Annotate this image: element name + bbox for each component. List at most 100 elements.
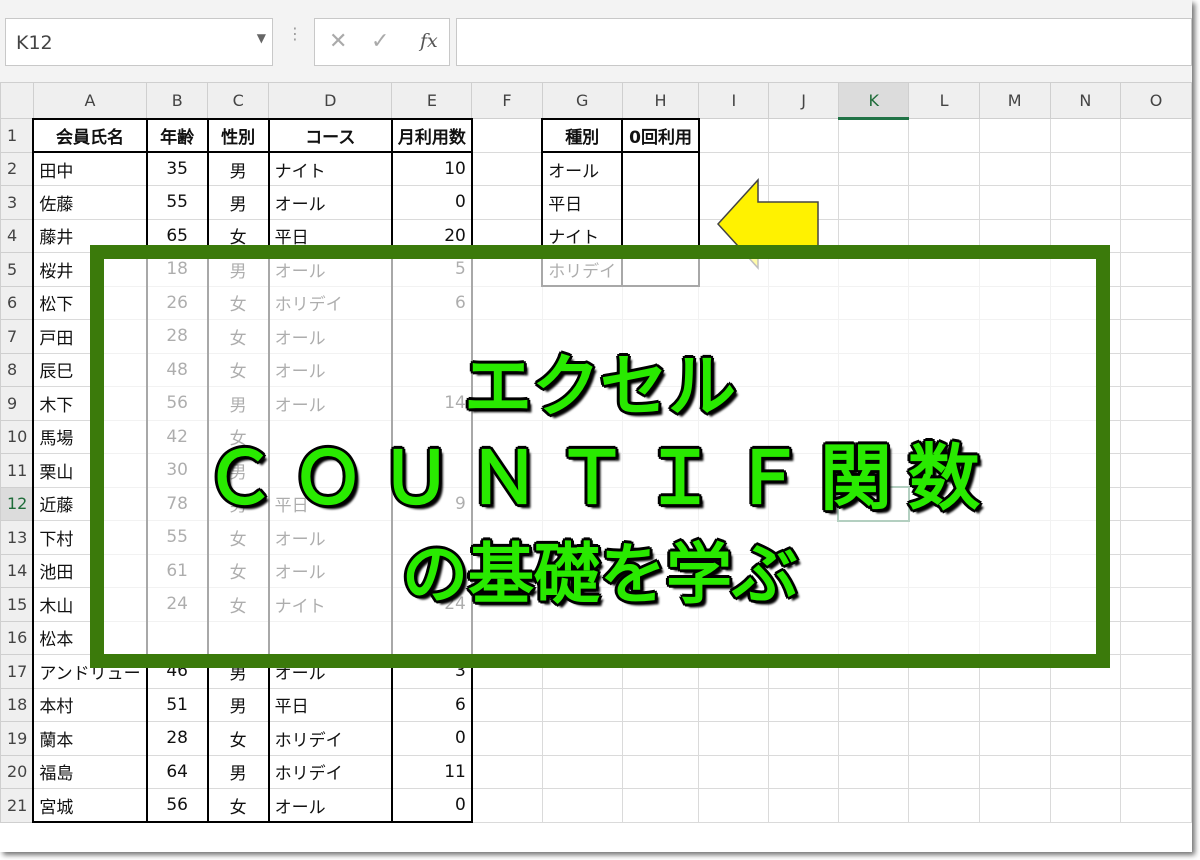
cell[interactable]	[541, 687, 623, 722]
cell-monthly-uses[interactable]: 6	[390, 687, 473, 722]
cell[interactable]	[471, 118, 543, 153]
cell[interactable]	[837, 687, 910, 722]
cell[interactable]	[978, 788, 1051, 823]
cell[interactable]	[698, 118, 770, 153]
col-header-k[interactable]: K	[837, 82, 910, 120]
row-header[interactable]: 4	[0, 218, 34, 253]
cell[interactable]	[1049, 754, 1122, 789]
cell[interactable]	[768, 118, 839, 153]
row-header[interactable]: 16	[0, 620, 34, 655]
row-header[interactable]: 20	[0, 754, 34, 789]
cell[interactable]	[768, 721, 839, 756]
cell-monthly-uses[interactable]: 0	[390, 185, 473, 220]
cancel-icon[interactable]: ✕	[329, 29, 347, 54]
cell[interactable]	[837, 721, 910, 756]
col-header-j[interactable]: J	[768, 82, 839, 119]
row-header[interactable]: 17	[0, 654, 34, 689]
col-header-c[interactable]: C	[207, 82, 270, 119]
cell[interactable]	[1120, 118, 1192, 153]
table-header-cell[interactable]: 会員氏名	[32, 117, 148, 153]
cell[interactable]	[471, 687, 543, 722]
cell[interactable]	[471, 754, 543, 789]
col-header-f[interactable]: F	[471, 82, 543, 119]
row-header[interactable]: 12	[0, 486, 34, 521]
cell[interactable]	[1120, 352, 1192, 387]
cell[interactable]	[837, 151, 910, 186]
col-header-h[interactable]: H	[621, 82, 700, 119]
cell[interactable]	[1120, 486, 1192, 521]
cell[interactable]	[908, 721, 980, 756]
cell[interactable]	[541, 754, 623, 789]
cell[interactable]	[698, 788, 770, 823]
cell-gender[interactable]: 男	[206, 754, 270, 789]
cell-course[interactable]: ナイト	[267, 151, 393, 186]
cell[interactable]	[1120, 620, 1192, 655]
cell[interactable]	[978, 754, 1051, 789]
cell-gender[interactable]: 女	[206, 788, 270, 823]
cell[interactable]	[768, 754, 839, 789]
dropdown-arrow-icon[interactable]: ▼	[257, 31, 266, 45]
row-header[interactable]: 21	[0, 788, 34, 823]
col-header-d[interactable]: D	[268, 82, 393, 119]
cell[interactable]	[978, 721, 1051, 756]
cell[interactable]	[1120, 419, 1192, 454]
cell[interactable]	[978, 687, 1051, 722]
cell[interactable]	[978, 151, 1051, 186]
cell-age[interactable]: 51	[145, 687, 209, 722]
cell-age[interactable]: 56	[145, 788, 209, 823]
cell-gender[interactable]: 男	[206, 151, 270, 186]
cell-name[interactable]: 宮城	[32, 788, 148, 823]
cell[interactable]	[837, 788, 910, 823]
select-all-corner[interactable]	[0, 82, 34, 119]
col-header-m[interactable]: M	[978, 82, 1051, 119]
cell[interactable]	[1120, 587, 1192, 622]
cell-monthly-uses[interactable]: 10	[390, 151, 473, 186]
row-header[interactable]: 6	[0, 285, 34, 320]
cell-gender[interactable]: 男	[206, 687, 270, 722]
function-icon[interactable]: fx	[420, 30, 438, 52]
cell[interactable]	[1120, 654, 1192, 689]
row-header[interactable]: 3	[0, 185, 34, 220]
row-header[interactable]: 14	[0, 553, 34, 588]
cell-monthly-uses[interactable]: 0	[390, 721, 473, 756]
cell[interactable]	[1049, 687, 1122, 722]
row-header[interactable]: 10	[0, 419, 34, 454]
col-header-e[interactable]: E	[391, 82, 473, 119]
row-header[interactable]: 15	[0, 587, 34, 622]
cell[interactable]	[908, 151, 980, 186]
cell[interactable]	[1120, 319, 1192, 354]
cell[interactable]	[1120, 687, 1192, 722]
table-header-cell[interactable]: 月利用数	[390, 117, 473, 153]
cell[interactable]	[1049, 788, 1122, 823]
cell[interactable]	[698, 721, 770, 756]
cell-zero-uses[interactable]	[621, 151, 700, 186]
cell-monthly-uses[interactable]: 11	[390, 754, 473, 789]
col-header-o[interactable]: O	[1120, 82, 1192, 119]
col-header-n[interactable]: N	[1049, 82, 1122, 119]
cell[interactable]	[1120, 520, 1192, 555]
col-header-a[interactable]: A	[32, 82, 148, 119]
cell-monthly-uses[interactable]: 0	[390, 788, 473, 823]
row-header[interactable]: 8	[0, 352, 34, 387]
cell[interactable]	[1120, 788, 1192, 823]
row-header[interactable]: 13	[0, 520, 34, 555]
cell-type[interactable]: 平日	[541, 185, 624, 220]
cell[interactable]	[1120, 386, 1192, 421]
cell[interactable]	[621, 754, 700, 789]
cell[interactable]	[1049, 185, 1122, 220]
cell-age[interactable]: 55	[145, 185, 209, 220]
cell-gender[interactable]: 女	[206, 721, 270, 756]
row-header[interactable]: 7	[0, 319, 34, 354]
cell[interactable]	[471, 788, 543, 823]
row-header[interactable]: 2	[0, 151, 34, 186]
cell-name[interactable]: 福島	[32, 754, 148, 789]
enter-check-icon[interactable]: ✓	[371, 29, 389, 54]
cell[interactable]	[698, 754, 770, 789]
cell[interactable]	[1049, 118, 1122, 153]
cell[interactable]	[1120, 185, 1192, 220]
cell-name[interactable]: 佐藤	[32, 185, 148, 220]
col-header-g[interactable]: G	[541, 82, 623, 119]
name-box[interactable]: K12 ▼	[5, 18, 273, 66]
cell[interactable]	[541, 721, 623, 756]
col-header-b[interactable]: B	[146, 82, 209, 119]
